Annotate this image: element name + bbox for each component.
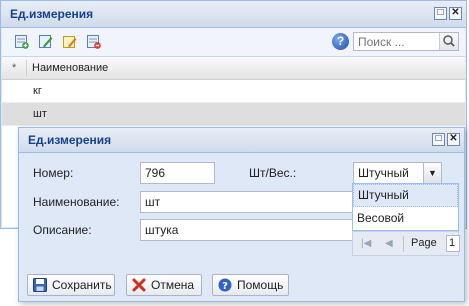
description-label: Описание: [33,223,92,237]
page-number-input[interactable]: 1 [446,235,460,252]
toolbar: ? [2,28,465,57]
window-title: Ед.измерения [10,7,94,21]
floppy-disk-icon [33,278,47,292]
add-record-icon[interactable] [15,35,29,49]
close-icon[interactable]: ✕ [449,7,462,20]
grid-header: * Наименование [2,57,465,80]
required-marker: * [12,62,17,74]
dropdown-option-piece[interactable]: Штучный [353,184,458,207]
search-button[interactable] [439,33,458,50]
help-circle-icon: ? [218,278,232,292]
dropdown-option-weight[interactable]: Весовой [353,207,458,230]
svg-text:?: ? [222,281,228,292]
number-field[interactable]: 796 [140,162,215,184]
name-label: Наименование: [33,195,120,209]
type-select[interactable]: Штучный ▼ [353,162,442,184]
edit-record-icon[interactable] [39,35,53,49]
window-titlebar[interactable]: Ед.измерения □ ✕ [1,1,466,28]
delete-record-icon[interactable] [87,35,101,49]
save-button[interactable]: Сохранить [27,274,115,296]
search-icon [443,35,455,47]
note-edit-icon[interactable] [63,35,77,49]
dialog-footer: Сохранить Отмена ? Помощь [23,272,460,298]
page-label: Page [411,237,437,249]
help-icon[interactable]: ? [332,33,349,50]
type-dropdown-list: Штучный Весовой [352,183,459,231]
cancel-button[interactable]: Отмена [126,274,202,296]
number-label: Номер: [33,166,74,180]
maximize-icon[interactable]: □ [434,7,447,20]
dialog-title: Ед.измерения [28,133,112,147]
help-button[interactable]: ? Помощь [212,274,289,296]
search-input[interactable] [354,33,438,50]
search-box[interactable] [353,32,459,51]
column-header-name[interactable]: Наименование [32,57,108,79]
type-select-value: Штучный [358,166,409,180]
type-label: Шт/Вес.: [249,166,297,180]
dialog-maximize-icon[interactable]: □ [432,133,445,146]
table-row[interactable]: кг [2,80,465,103]
dialog-titlebar[interactable]: Ед.измерения □ ✕ [19,128,464,153]
table-row-selected[interactable]: шт [2,103,465,126]
chevron-down-icon[interactable]: ▼ [423,163,441,183]
dialog-close-icon[interactable]: ✕ [447,133,460,146]
cancel-x-icon [132,278,146,292]
prev-page-icon[interactable]: ◀ [385,238,393,249]
first-page-icon[interactable]: |◀ [361,238,371,249]
pager-toolbar: |◀ ◀ Page 1 [352,231,460,256]
